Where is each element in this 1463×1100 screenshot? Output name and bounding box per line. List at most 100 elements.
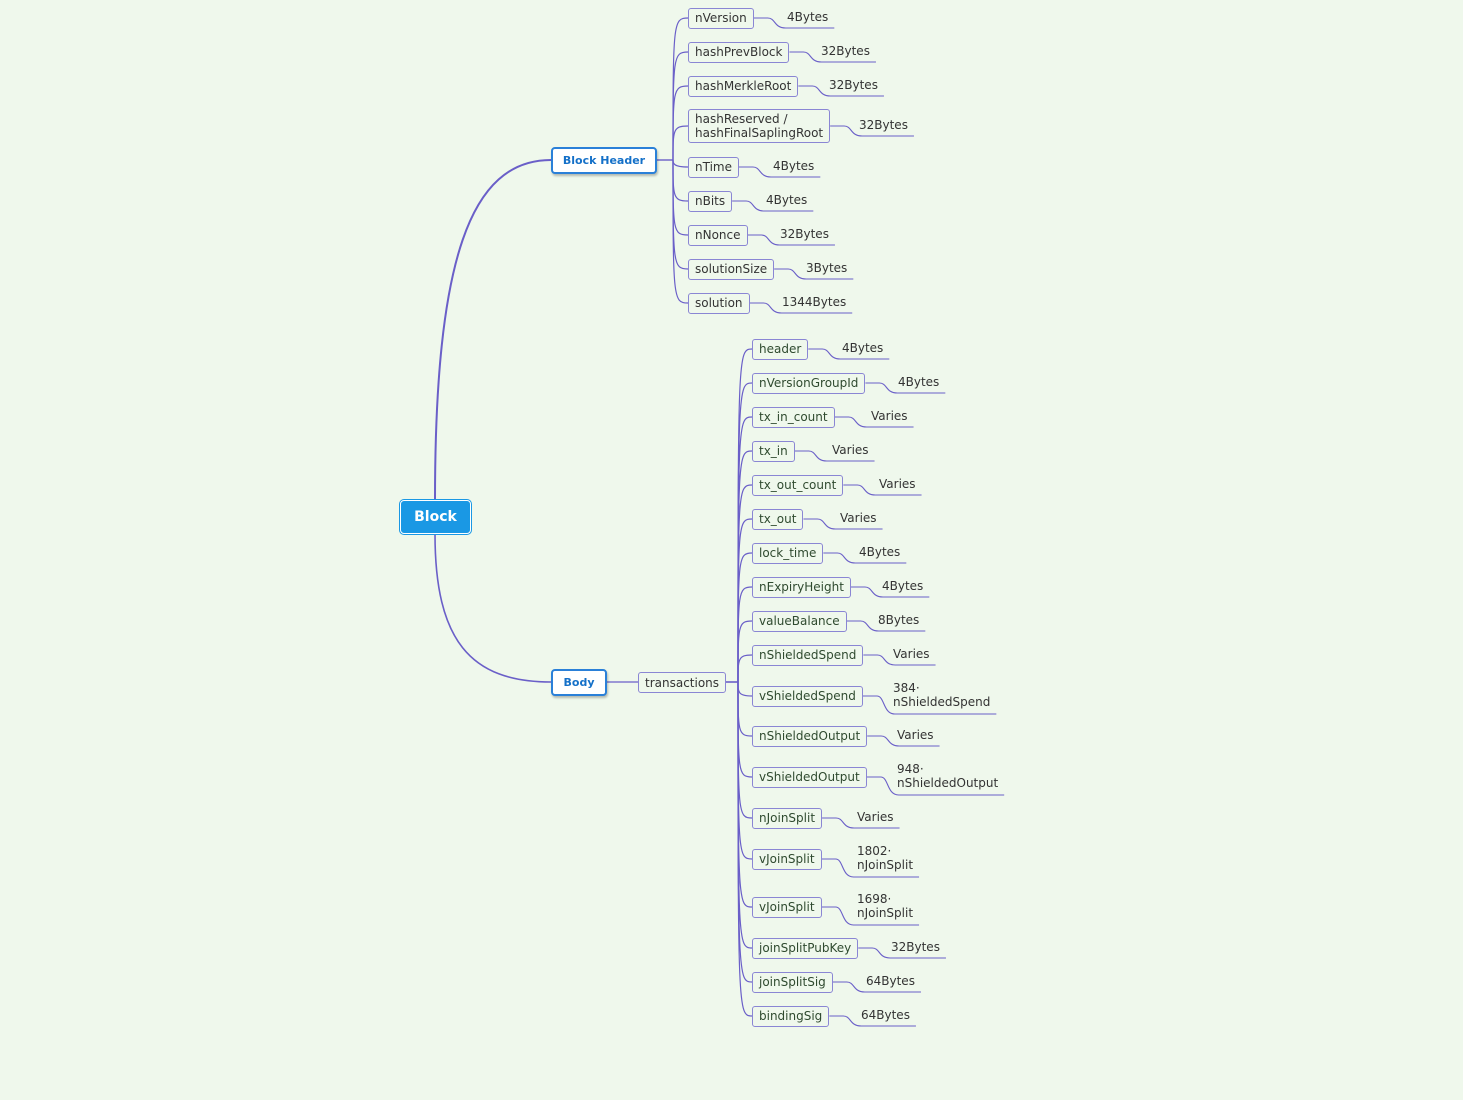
header-field-size: 4Bytes [787, 10, 829, 24]
tx-field-size: 64Bytes [861, 1008, 910, 1022]
tx-field-name: nShieldedSpend [759, 648, 857, 662]
header-field-name: solutionSize [695, 262, 768, 276]
tx-field-name: vJoinSplit [759, 900, 815, 914]
tx-field-name: joinSplitSig [759, 975, 826, 989]
connector-line [737, 382, 753, 683]
tx-field-node[interactable]: nExpiryHeight [752, 576, 851, 598]
header-field-node[interactable]: hashMerkleRoot [688, 75, 799, 97]
tx-field-size: Varies [832, 443, 869, 457]
header-field-size: 32Bytes [821, 44, 870, 58]
header-field-name: hashReserved / hashFinalSaplingRoot [695, 112, 824, 140]
tx-field-node[interactable]: tx_out [752, 508, 804, 530]
connector-line [434, 159, 552, 501]
transactions-label: transactions [645, 675, 720, 690]
tx-field-node[interactable]: valueBalance [752, 610, 847, 632]
tx-field-size: 8Bytes [878, 613, 920, 627]
tx-field-node[interactable]: vShieldedSpend [752, 685, 863, 707]
tx-field-name: vShieldedOutput [759, 770, 860, 784]
tx-field-node[interactable]: nJoinSplit [752, 807, 823, 829]
tx-field-name: tx_in [759, 444, 788, 458]
header-field-name: nVersion [695, 11, 747, 25]
tx-field-name: bindingSig [759, 1009, 823, 1023]
tx-field-name: tx_out [759, 512, 797, 526]
node-transactions[interactable]: transactions [638, 672, 727, 693]
connector-line [737, 681, 753, 697]
header-field-node[interactable]: nTime [688, 156, 739, 178]
connector-line [737, 484, 753, 683]
tx-field-node[interactable]: lock_time [752, 542, 824, 564]
tx-field-name: header [759, 342, 802, 356]
connector-line [737, 586, 753, 683]
tx-field-name: vJoinSplit [759, 852, 815, 866]
tx-field-size: 1802· nJoinSplit [857, 844, 914, 872]
tx-field-name: nJoinSplit [759, 811, 816, 825]
tx-field-size: Varies [879, 477, 916, 491]
tx-field-name: tx_out_count [759, 478, 837, 492]
header-field-node[interactable]: nNonce [688, 224, 748, 246]
header-field-node[interactable]: hashReserved / hashFinalSaplingRoot [688, 109, 831, 143]
connector-line [672, 125, 689, 161]
tx-field-size: 1698· nJoinSplit [857, 892, 914, 920]
tx-field-size: 4Bytes [882, 579, 924, 593]
header-field-node[interactable]: nVersion [688, 7, 754, 29]
tx-field-name: nExpiryHeight [759, 580, 844, 594]
node-body[interactable]: Body [551, 669, 607, 696]
connector-line [672, 159, 689, 270]
tx-field-name: joinSplitPubKey [759, 941, 852, 955]
header-field-size: 32Bytes [859, 118, 908, 132]
tx-field-node[interactable]: nVersionGroupId [752, 372, 866, 394]
tx-field-node[interactable]: vJoinSplit [752, 896, 822, 918]
tx-field-size: 384· nShieldedSpend [893, 681, 991, 709]
tx-field-size: Varies [840, 511, 877, 525]
connector-line [737, 681, 753, 737]
tx-field-name: valueBalance [759, 614, 840, 628]
connector-line [737, 681, 753, 819]
tx-field-size: 4Bytes [898, 375, 940, 389]
connector-line [737, 681, 753, 860]
connector-line [672, 159, 689, 304]
header-field-size: 4Bytes [773, 159, 815, 173]
tx-field-size: 32Bytes [891, 940, 940, 954]
header-field-node[interactable]: hashPrevBlock [688, 41, 790, 63]
connector-line [672, 51, 689, 161]
tx-field-node[interactable]: tx_in [752, 440, 795, 462]
tx-field-node[interactable]: nShieldedOutput [752, 725, 868, 747]
connector-line [737, 620, 753, 683]
tx-field-size: Varies [857, 810, 894, 824]
tx-field-node[interactable]: header [752, 338, 809, 360]
connector-line [672, 85, 689, 161]
tx-field-name: vShieldedSpend [759, 689, 856, 703]
header-field-name: nBits [695, 194, 726, 208]
header-field-node[interactable]: nBits [688, 190, 733, 212]
header-field-size: 3Bytes [806, 261, 848, 275]
tx-field-node[interactable]: tx_out_count [752, 474, 844, 496]
header-field-name: nTime [695, 160, 732, 174]
connector-line [737, 681, 753, 908]
tx-field-node[interactable]: vJoinSplit [752, 848, 822, 870]
tx-field-node[interactable]: tx_in_count [752, 406, 835, 428]
tx-field-node[interactable]: vShieldedOutput [752, 766, 867, 788]
tx-field-size: Varies [871, 409, 908, 423]
root-node-label: Block [414, 509, 457, 525]
header-field-node[interactable]: solutionSize [688, 258, 775, 280]
tx-field-name: nVersionGroupId [759, 376, 859, 390]
tx-field-node[interactable]: nShieldedSpend [752, 644, 864, 666]
header-field-node[interactable]: solution [688, 292, 750, 314]
node-block-header[interactable]: Block Header [551, 147, 657, 174]
connector-line [672, 17, 689, 161]
header-field-name: hashMerkleRoot [695, 79, 792, 93]
connector-line [434, 533, 552, 683]
tx-field-node[interactable]: joinSplitSig [752, 971, 833, 993]
tx-field-size: 4Bytes [842, 341, 884, 355]
connector-line [672, 159, 689, 236]
header-field-name: hashPrevBlock [695, 45, 783, 59]
root-node-block[interactable]: Block [400, 500, 471, 534]
tx-field-name: lock_time [759, 546, 817, 560]
tx-field-node[interactable]: joinSplitPubKey [752, 937, 859, 959]
tx-field-node[interactable]: bindingSig [752, 1005, 830, 1027]
connector-line [737, 552, 753, 683]
connector-line [737, 681, 753, 1017]
connector-line [737, 416, 753, 683]
block-header-label: Block Header [562, 154, 646, 167]
header-field-name: solution [695, 296, 743, 310]
